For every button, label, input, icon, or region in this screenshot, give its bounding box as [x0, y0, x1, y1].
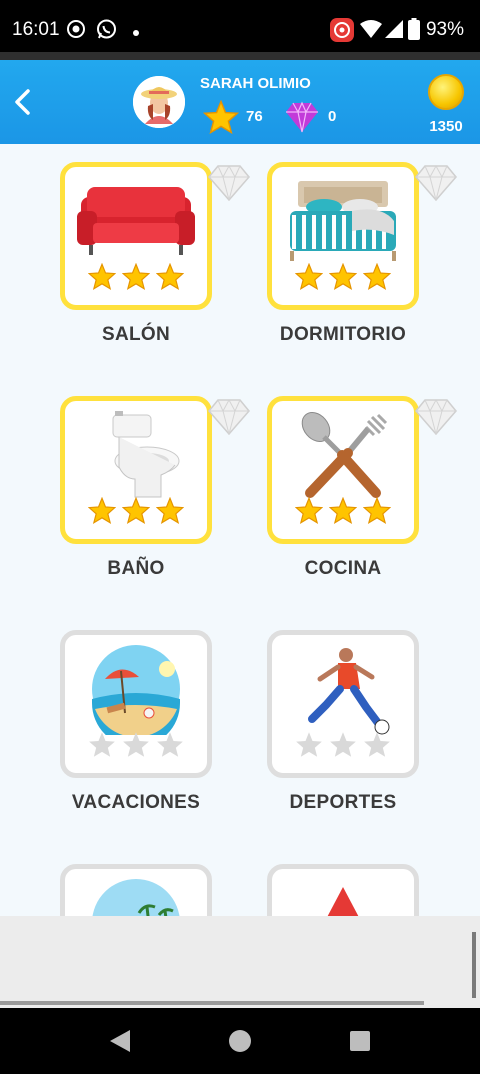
toilet-icon — [112, 411, 180, 498]
back-button[interactable] — [8, 82, 36, 122]
category-card[interactable] — [267, 864, 419, 916]
star-icon — [202, 99, 240, 139]
star-icon — [328, 262, 358, 290]
category-cocina[interactable]: COCINA — [247, 396, 457, 606]
star-empty-icon — [88, 732, 115, 757]
gem-icon — [285, 101, 319, 138]
rating-stars — [272, 262, 414, 295]
category-card[interactable] — [267, 396, 457, 544]
star-empty-icon — [157, 732, 184, 757]
signal-icon — [384, 19, 404, 44]
vertical-scrollbar[interactable] — [472, 932, 476, 998]
status-bar: 16:01 93% — [0, 0, 480, 60]
whatsapp-icon — [96, 19, 117, 45]
coins-count: 1350 — [429, 118, 463, 135]
category-partial-left[interactable] — [40, 864, 246, 916]
star-icon — [363, 262, 392, 290]
star-icon — [87, 262, 116, 290]
star-empty-icon — [295, 732, 322, 757]
recents-square-icon — [350, 1031, 370, 1051]
island-icon — [92, 879, 180, 916]
star-icon — [87, 496, 116, 524]
rating-stars — [65, 731, 207, 763]
rating-stars — [65, 496, 207, 529]
category-card[interactable] — [60, 864, 212, 916]
diamond-badge-icon — [415, 398, 457, 435]
category-deportes[interactable]: DEPORTES — [247, 630, 453, 840]
star-icon — [363, 496, 392, 524]
star-icon — [121, 496, 151, 524]
record-icon — [66, 19, 86, 44]
horizontal-scrollbar[interactable] — [0, 1001, 424, 1005]
chevron-left-icon — [15, 89, 30, 115]
profile-header: SARAH OLIMIO 76 0 1350 — [0, 60, 480, 144]
star-icon — [156, 496, 185, 524]
system-nav-bar — [0, 1008, 480, 1074]
beach-icon — [92, 645, 180, 735]
category-partial-right[interactable] — [247, 864, 453, 916]
category-card[interactable] — [60, 396, 250, 544]
stars-count: 76 — [246, 108, 263, 125]
category-label: BAÑO — [107, 558, 165, 579]
hotspot-icon — [329, 17, 355, 48]
category-bano[interactable]: BAÑO — [40, 396, 250, 606]
category-card[interactable] — [267, 162, 457, 310]
category-label: DORMITORIO — [279, 324, 407, 345]
sofa-icon — [77, 187, 195, 255]
home-circle-icon — [229, 1030, 251, 1052]
triangle-icon — [327, 887, 359, 916]
category-salon[interactable]: SALÓN — [40, 162, 250, 372]
bottom-panel — [0, 916, 480, 1008]
notification-dot-icon — [132, 24, 140, 42]
recents-nav-button[interactable] — [349, 1030, 371, 1057]
utensils-icon — [301, 412, 388, 498]
category-dormitorio[interactable]: DORMITORIO — [247, 162, 457, 372]
gems-count: 0 — [328, 108, 337, 125]
coin-icon[interactable] — [428, 74, 464, 110]
star-empty-icon — [123, 732, 149, 757]
category-vacaciones[interactable]: VACACIONES — [40, 630, 246, 840]
star-empty-icon — [364, 732, 391, 757]
diamond-badge-icon — [208, 398, 250, 435]
category-label: COCINA — [304, 558, 382, 579]
rating-stars — [65, 262, 207, 295]
star-icon — [294, 496, 323, 524]
category-label: VACACIONES — [71, 792, 201, 813]
diamond-badge-icon — [415, 164, 457, 201]
app-top-strip — [0, 52, 480, 60]
category-grid: SALÓN DORMITORIO BAÑO COCINA VACACIONES … — [0, 144, 480, 916]
back-triangle-icon — [110, 1030, 130, 1052]
star-icon — [328, 496, 358, 524]
battery-icon — [408, 18, 420, 45]
star-icon — [294, 262, 323, 290]
back-nav-button[interactable] — [108, 1028, 132, 1059]
home-nav-button[interactable] — [228, 1029, 252, 1058]
battery-percentage: 93% — [425, 19, 464, 40]
player-name: SARAH OLIMIO — [200, 75, 311, 92]
star-empty-icon — [330, 732, 356, 757]
category-label: DEPORTES — [289, 792, 397, 813]
bed-icon — [290, 181, 396, 261]
category-card[interactable] — [267, 630, 419, 778]
category-card[interactable] — [60, 630, 212, 778]
wifi-icon — [360, 20, 382, 43]
rating-stars — [272, 731, 414, 763]
avatar[interactable] — [133, 76, 185, 128]
soccer-player-icon — [308, 648, 390, 735]
star-icon — [121, 262, 151, 290]
star-icon — [156, 262, 185, 290]
diamond-badge-icon — [208, 164, 250, 201]
category-label: SALÓN — [102, 324, 170, 345]
rating-stars — [272, 496, 414, 529]
category-card[interactable] — [60, 162, 250, 310]
clock: 16:01 — [12, 19, 60, 40]
